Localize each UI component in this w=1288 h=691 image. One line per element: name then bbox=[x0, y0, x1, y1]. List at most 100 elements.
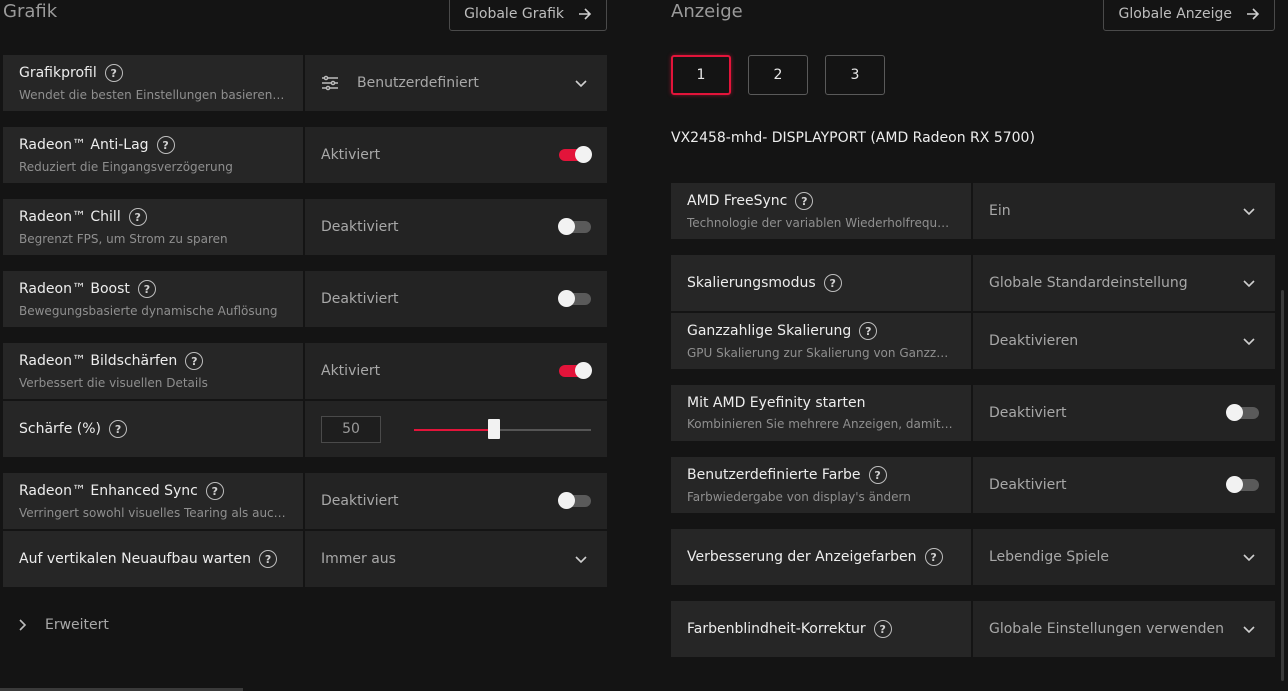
color-enhancement-value: Lebendige Spiele bbox=[989, 549, 1110, 565]
color-blindness-dropdown[interactable]: Globale Einstellungen verwenden bbox=[973, 601, 1275, 657]
anti-lag-label: Radeon™ Anti-Lag bbox=[19, 137, 149, 153]
custom-color-label: Benutzerdefinierte Farbe bbox=[687, 467, 861, 483]
boost-toggle[interactable] bbox=[558, 290, 591, 307]
help-icon[interactable]: ? bbox=[795, 192, 814, 210]
row-color-enhancement: Verbesserung der Anzeigefarben? Lebendig… bbox=[671, 529, 1275, 585]
help-icon[interactable]: ? bbox=[924, 548, 943, 566]
display-title: Anzeige bbox=[671, 1, 743, 22]
arrow-right-icon bbox=[579, 7, 592, 20]
sharpness-label: Schärfe (%) bbox=[19, 421, 102, 437]
scaling-mode-dropdown[interactable]: Globale Standardeinstellung bbox=[973, 255, 1275, 311]
custom-color-toggle[interactable] bbox=[1226, 476, 1259, 493]
image-sharpening-toggle[interactable] bbox=[559, 362, 592, 379]
anti-lag-toggle[interactable] bbox=[559, 146, 592, 163]
boost-label: Radeon™ Boost bbox=[19, 281, 130, 297]
global-graphics-button[interactable]: Globale Grafik bbox=[449, 0, 607, 31]
profile-sliders-icon bbox=[322, 75, 338, 91]
anti-lag-desc: Reduziert die Eingangsverzögerung bbox=[19, 160, 233, 174]
image-sharpening-desc: Verbessert die visuellen Details bbox=[19, 376, 208, 390]
display-tab-3[interactable]: 3 bbox=[825, 55, 885, 95]
help-icon[interactable]: ? bbox=[185, 352, 204, 370]
custom-color-value: Deaktiviert bbox=[989, 477, 1067, 493]
enhanced-sync-toggle[interactable] bbox=[558, 492, 591, 509]
color-blindness-label: Farbenblindheit-Korrektur bbox=[687, 621, 866, 637]
monitor-name: VX2458-mhd- DISPLAYPORT (AMD Radeon RX 5… bbox=[671, 130, 1035, 146]
help-icon[interactable]: ? bbox=[859, 322, 878, 340]
help-icon[interactable]: ? bbox=[868, 466, 887, 484]
global-graphics-label: Globale Grafik bbox=[464, 5, 564, 22]
enhanced-sync-label: Radeon™ Enhanced Sync bbox=[19, 483, 198, 499]
sharpness-slider-fill bbox=[414, 429, 494, 431]
display-tabs: 1 2 3 bbox=[671, 55, 885, 95]
image-sharpening-label: Radeon™ Bildschärfen bbox=[19, 353, 178, 369]
integer-scaling-dropdown[interactable]: Deaktivieren bbox=[973, 313, 1275, 369]
help-icon[interactable]: ? bbox=[156, 136, 175, 154]
chevron-down-icon bbox=[1243, 208, 1255, 216]
help-icon[interactable]: ? bbox=[873, 620, 892, 638]
eyefinity-label: Mit AMD Eyefinity starten bbox=[687, 395, 866, 411]
help-icon[interactable]: ? bbox=[104, 64, 123, 82]
row-enhanced-sync: Radeon™ Enhanced Sync? Verringert sowohl… bbox=[3, 473, 607, 529]
chill-label: Radeon™ Chill bbox=[19, 209, 121, 225]
integer-scaling-desc: GPU Skalierung zur Skalierung von Ganzza… bbox=[687, 346, 955, 360]
row-chill: Radeon™ Chill? Begrenzt FPS, um Strom zu… bbox=[3, 199, 607, 255]
row-image-sharpening: Radeon™ Bildschärfen? Verbessert die vis… bbox=[3, 343, 607, 399]
advanced-label: Erweitert bbox=[45, 617, 109, 633]
color-enhancement-dropdown[interactable]: Lebendige Spiele bbox=[973, 529, 1275, 585]
sharpness-slider-thumb[interactable] bbox=[487, 419, 500, 439]
row-scaling-mode: Skalierungsmodus? Globale Standardeinste… bbox=[671, 255, 1275, 311]
help-icon[interactable]: ? bbox=[109, 420, 128, 438]
graphics-title: Grafik bbox=[3, 1, 58, 22]
vsync-value: Immer aus bbox=[321, 551, 396, 567]
help-icon[interactable]: ? bbox=[128, 208, 147, 226]
chevron-down-icon bbox=[1243, 338, 1255, 346]
display-tab-1[interactable]: 1 bbox=[671, 55, 731, 95]
scrollbar[interactable] bbox=[1281, 290, 1284, 681]
row-eyefinity: Mit AMD Eyefinity starten Kombinieren Si… bbox=[671, 385, 1275, 441]
integer-scaling-label: Ganzzahlige Skalierung bbox=[687, 323, 852, 339]
row-graphics-profile: Grafikprofil? Wendet die besten Einstell… bbox=[3, 55, 607, 111]
advanced-toggle[interactable]: Erweitert bbox=[19, 617, 109, 633]
sharpness-slider[interactable] bbox=[414, 419, 591, 439]
display-tab-2[interactable]: 2 bbox=[748, 55, 808, 95]
chevron-down-icon bbox=[1243, 554, 1255, 562]
row-color-blindness: Farbenblindheit-Korrektur? Globale Einst… bbox=[671, 601, 1275, 657]
row-freesync: AMD FreeSync? Technologie der variablen … bbox=[671, 183, 1275, 239]
global-display-button[interactable]: Globale Anzeige bbox=[1103, 0, 1275, 31]
enhanced-sync-value: Deaktiviert bbox=[321, 493, 399, 509]
scaling-mode-label: Skalierungsmodus bbox=[687, 275, 816, 291]
freesync-desc: Technologie der variablen Wiederholfrequ… bbox=[687, 216, 955, 230]
graphics-profile-desc: Wendet die besten Einstellungen basieren… bbox=[19, 88, 287, 102]
row-boost: Radeon™ Boost? Bewegungsbasierte dynamis… bbox=[3, 271, 607, 327]
eyefinity-toggle[interactable] bbox=[1226, 404, 1259, 421]
help-icon[interactable]: ? bbox=[823, 274, 842, 292]
vsync-label: Auf vertikalen Neuaufbau warten bbox=[19, 551, 252, 567]
color-blindness-value: Globale Einstellungen verwenden bbox=[989, 621, 1225, 637]
global-display-label: Globale Anzeige bbox=[1118, 5, 1232, 22]
arrow-right-icon bbox=[1247, 7, 1260, 20]
enhanced-sync-desc: Verringert sowohl visuelles Tearing als … bbox=[19, 506, 287, 520]
row-custom-color: Benutzerdefinierte Farbe? Farbwiedergabe… bbox=[671, 457, 1275, 513]
sharpness-value-box[interactable]: 50 bbox=[321, 415, 381, 443]
boost-desc: Bewegungsbasierte dynamische Auflösung bbox=[19, 304, 278, 318]
vsync-dropdown[interactable]: Immer aus bbox=[305, 531, 607, 587]
scaling-mode-value: Globale Standardeinstellung bbox=[989, 275, 1188, 291]
chevron-down-icon bbox=[575, 556, 587, 564]
help-icon[interactable]: ? bbox=[137, 280, 156, 298]
freesync-label: AMD FreeSync bbox=[687, 193, 788, 209]
chill-toggle[interactable] bbox=[558, 218, 591, 235]
chevron-right-icon bbox=[19, 619, 27, 631]
freesync-dropdown[interactable]: Ein bbox=[973, 183, 1275, 239]
image-sharpening-value: Aktiviert bbox=[321, 363, 381, 379]
eyefinity-value: Deaktiviert bbox=[989, 405, 1067, 421]
row-integer-scaling: Ganzzahlige Skalierung? GPU Skalierung z… bbox=[671, 313, 1275, 369]
row-sharpness: Schärfe (%)? 50 bbox=[3, 401, 607, 457]
help-icon[interactable]: ? bbox=[205, 482, 224, 500]
row-vsync: Auf vertikalen Neuaufbau warten? Immer a… bbox=[3, 531, 607, 587]
freesync-value: Ein bbox=[989, 203, 1011, 219]
chevron-down-icon bbox=[1243, 626, 1255, 634]
help-icon[interactable]: ? bbox=[259, 550, 278, 568]
row-anti-lag: Radeon™ Anti-Lag? Reduziert die Eingangs… bbox=[3, 127, 607, 183]
graphics-profile-value: Benutzerdefiniert bbox=[357, 75, 479, 91]
graphics-profile-dropdown[interactable]: Benutzerdefiniert bbox=[305, 55, 607, 111]
